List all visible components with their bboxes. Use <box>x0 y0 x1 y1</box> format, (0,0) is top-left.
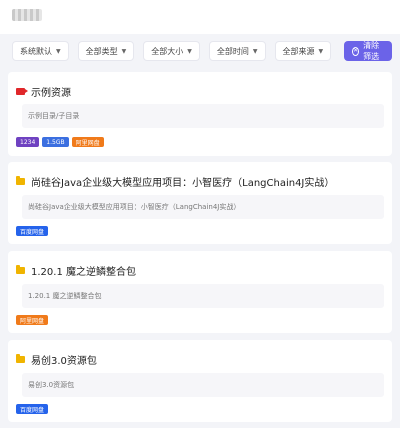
resource-title[interactable]: 尚硅谷Java企业级大模型应用项目：小智医疗（LangChain4J实战） <box>31 174 334 189</box>
resource-tags: 百度网盘 <box>16 226 49 236</box>
resource-card[interactable]: 1.20.1 魔之逆鳞整合包 1.20.1 魔之逆鳞整合包 阿里网盘 <box>8 251 392 333</box>
resource-tags: 百度网盘 <box>16 404 49 414</box>
resource-title[interactable]: 1.20.1 魔之逆鳞整合包 <box>31 263 136 278</box>
resource-card[interactable]: 易创3.0资源包 易创3.0资源包 百度网盘 <box>8 340 392 422</box>
type-filter-dropdown[interactable]: 全部类型 ▼ <box>77 41 135 61</box>
resource-tags: 1234 1.5GB 阿里网盘 <box>16 137 104 147</box>
tag-source: 阿里网盘 <box>16 315 49 325</box>
filter-label: 系统默认 <box>20 46 52 56</box>
resource-title-row: 1.20.1 魔之逆鳞整合包 <box>16 263 136 278</box>
resource-tags: 阿里网盘 <box>16 315 49 325</box>
resource-path: 示例目录/子目录 <box>22 104 384 128</box>
size-filter-dropdown[interactable]: 全部大小 ▼ <box>143 41 200 61</box>
filter-label: 全部来源 <box>282 46 315 56</box>
filter-label: 全部时间 <box>216 46 249 56</box>
close-circle-icon: ✕ <box>352 46 360 56</box>
tag-size: 1.5GB <box>42 137 69 147</box>
clear-filters-button[interactable]: ✕ 清除筛选 <box>344 41 392 61</box>
tag-source: 百度网盘 <box>16 404 49 414</box>
time-filter-dropdown[interactable]: 全部时间 ▼ <box>208 41 266 61</box>
chevron-down-icon: ▼ <box>121 47 127 55</box>
resource-path: 尚硅谷Java企业级大模型应用项目：小智医疗（LangChain4J实战） <box>22 195 384 219</box>
chevron-down-icon: ▼ <box>318 47 324 55</box>
filter-label: 全部类型 <box>85 46 118 56</box>
resource-path: 1.20.1 魔之逆鳞整合包 <box>22 284 384 308</box>
tag-source: 阿里网盘 <box>71 137 104 147</box>
filter-bar: 系统默认 ▼ 全部类型 ▼ 全部大小 ▼ 全部时间 ▼ 全部来源 ▼ ✕ 清除筛… <box>8 38 392 64</box>
tag-count: 1234 <box>16 137 40 147</box>
sort-filter-dropdown[interactable]: 系统默认 ▼ <box>12 41 69 61</box>
clear-filters-label: 清除筛选 <box>363 41 380 61</box>
resource-title[interactable]: 示例资源 <box>31 84 71 99</box>
folder-icon <box>16 354 25 363</box>
resource-title[interactable]: 易创3.0资源包 <box>31 352 97 367</box>
filter-label: 全部大小 <box>151 46 184 56</box>
resource-card[interactable]: 示例资源 示例目录/子目录 1234 1.5GB 阿里网盘 <box>8 72 392 156</box>
resource-title-row: 尚硅谷Java企业级大模型应用项目：小智医疗（LangChain4J实战） <box>16 174 334 189</box>
folder-icon <box>16 265 25 274</box>
resource-title-row: 易创3.0资源包 <box>16 352 97 367</box>
tag-source: 百度网盘 <box>16 226 49 236</box>
chevron-down-icon: ▼ <box>187 47 192 55</box>
video-icon <box>16 88 28 95</box>
resource-path: 易创3.0资源包 <box>22 373 384 397</box>
resource-card[interactable]: 尚硅谷Java企业级大模型应用项目：小智医疗（LangChain4J实战） 尚硅… <box>8 162 392 244</box>
chevron-down-icon: ▼ <box>252 47 258 55</box>
top-bar <box>0 0 400 34</box>
site-logo[interactable] <box>12 9 42 21</box>
chevron-down-icon: ▼ <box>56 47 61 55</box>
source-filter-dropdown[interactable]: 全部来源 ▼ <box>274 41 332 61</box>
folder-icon <box>16 176 25 185</box>
resource-title-row: 示例资源 <box>16 84 71 99</box>
